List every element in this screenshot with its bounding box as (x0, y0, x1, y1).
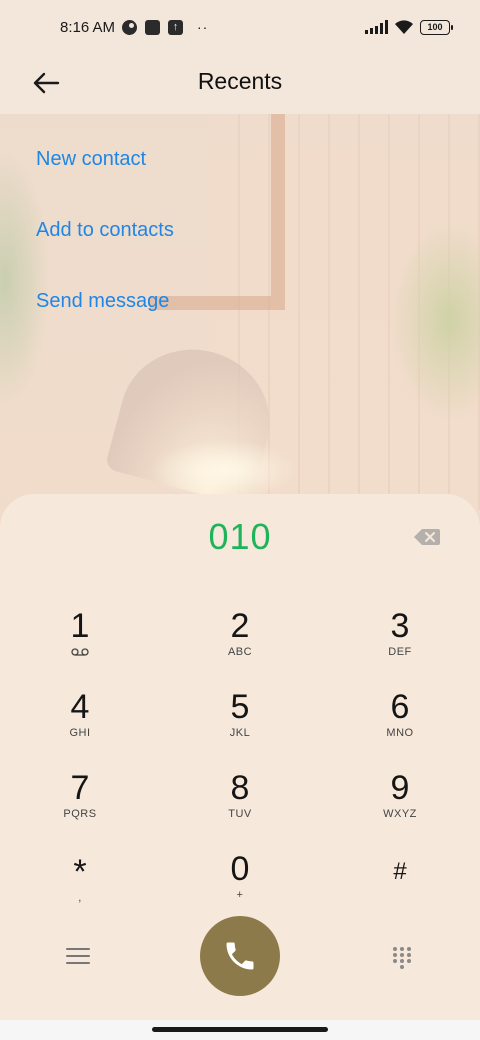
key-digit: 2 (230, 607, 250, 645)
call-button[interactable] (200, 916, 280, 996)
more-notifications-icon: ·· (197, 19, 209, 35)
dial-key-3[interactable]: 3 DEF (340, 608, 460, 678)
dialpad-icon (393, 947, 411, 969)
dial-key-0[interactable]: 0 + (180, 851, 300, 921)
notification-icons: ↑ ·· (122, 19, 208, 35)
app-notification-icon (122, 19, 137, 35)
wallpaper-plant-left (0, 150, 50, 410)
menu-button[interactable] (66, 948, 90, 968)
key-digit: 6 (390, 688, 410, 726)
wallpaper-picture-frame (150, 110, 285, 310)
key-digit: 9 (390, 769, 410, 807)
upload-notification-icon: ↑ (168, 19, 183, 35)
key-digit: # (393, 858, 407, 885)
status-bar: 8:16 AM ↑ ·· 100 (0, 0, 480, 56)
dial-key-4[interactable]: 4 GHI (20, 689, 140, 759)
top-app-bar: Recents (0, 56, 480, 114)
battery-icon: 100 (420, 19, 453, 35)
dial-key-7[interactable]: 7 PQRS (20, 770, 140, 840)
key-digit: 3 (390, 607, 410, 645)
key-letters: WXYZ (383, 808, 417, 820)
voicemail-icon (71, 648, 89, 656)
new-contact-link[interactable]: New contact (36, 148, 146, 171)
key-letters: TUV (228, 808, 252, 820)
dial-key-8[interactable]: 8 TUV (180, 770, 300, 840)
dial-key-1[interactable]: 1 (20, 608, 140, 678)
page-title: Recents (197, 68, 283, 94)
backspace-icon (414, 529, 440, 545)
key-digit: 8 (230, 769, 250, 807)
dial-key-6[interactable]: 6 MNO (340, 689, 460, 759)
square-notification-icon (145, 19, 160, 35)
key-letters: , (78, 892, 82, 904)
backspace-button[interactable] (414, 528, 440, 546)
key-digit: 5 (230, 688, 250, 726)
hamburger-menu-icon (66, 948, 90, 964)
key-digit: 7 (70, 769, 90, 807)
key-letters: ABC (227, 646, 253, 658)
dial-key-9[interactable]: 9 WXYZ (340, 770, 460, 840)
wallpaper-lamp-glow (150, 440, 300, 500)
dial-key-star[interactable]: * , (20, 854, 140, 924)
wifi-icon (395, 20, 413, 34)
key-letters: MNO (386, 727, 414, 739)
key-digit: * (73, 853, 87, 891)
key-digit: 0 (230, 850, 250, 888)
key-letters: GHI (69, 727, 91, 739)
key-letters: PQRS (63, 808, 97, 820)
dial-key-2[interactable]: 2 ABC (180, 608, 300, 678)
send-message-link[interactable]: Send message (36, 290, 169, 313)
key-digit: 1 (70, 607, 90, 645)
add-to-contacts-link[interactable]: Add to contacts (36, 219, 174, 242)
key-letters: + (236, 889, 244, 901)
dial-key-hash[interactable]: # (340, 854, 460, 924)
key-letters: JKL (229, 727, 251, 739)
dial-key-5[interactable]: 5 JKL (180, 689, 300, 759)
system-status-icons: 100 (365, 19, 453, 35)
dialed-number: 010 (208, 516, 272, 557)
dialpad-panel: 010 1 2 ABC 3 DEF 4 GHI 5 JKL 6 MNO 7 PQ… (0, 494, 480, 1020)
keypad-toggle-button[interactable] (392, 946, 412, 970)
key-letters: DEF (388, 646, 412, 658)
status-time: 8:16 AM (60, 19, 116, 36)
key-digit: 4 (70, 688, 90, 726)
cellular-signal-icon (365, 20, 388, 34)
home-gesture-bar[interactable] (152, 1027, 328, 1032)
phone-icon (226, 942, 254, 970)
